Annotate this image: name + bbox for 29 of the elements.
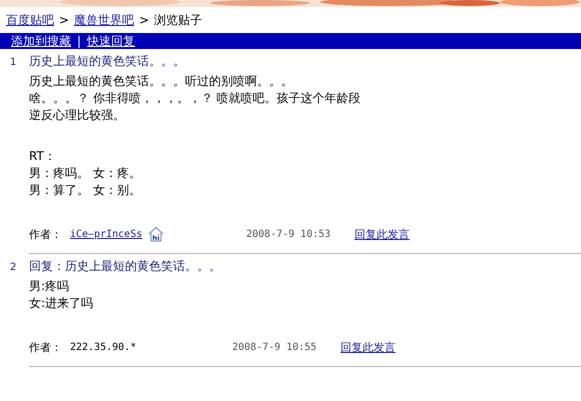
author-label: 作者： bbox=[29, 340, 63, 354]
post-number: 1 bbox=[9, 57, 18, 68]
breadcrumb-link[interactable]: 魔兽世界吧 bbox=[74, 12, 134, 28]
post-text: 男:疼吗 bbox=[29, 278, 70, 295]
post-time: 2008-7-9 10:53 bbox=[246, 228, 331, 240]
author-link[interactable]: iCe—prInceSs bbox=[70, 228, 142, 240]
post-number: 2 bbox=[9, 262, 18, 273]
post-text: 逆反心理比较强。 bbox=[29, 107, 126, 124]
home-icon[interactable] bbox=[148, 226, 164, 242]
reply-link[interactable]: 回复此发言 bbox=[340, 340, 396, 354]
post-text: 啥。。。？ 你非得喷，，，。，？ 喷就喷吧。孩子这个年龄段 bbox=[29, 90, 362, 107]
toolbar-link[interactable]: 快速回复 bbox=[87, 32, 136, 50]
post-text: 男：疼吗。 女：疼。 bbox=[29, 165, 142, 182]
breadcrumb-separator: > bbox=[139, 13, 150, 27]
post-title: 历史上最短的黄色笑话。。。 bbox=[29, 53, 185, 70]
post-title: 回复：历史上最短的黄色笑话。。。 bbox=[29, 258, 221, 275]
breadcrumb-link[interactable]: 百度贴吧 bbox=[6, 12, 54, 28]
post-time: 2008-7-9 10:55 bbox=[232, 342, 317, 352]
post-text: 女:进来了吗 bbox=[29, 295, 94, 312]
toolbar-link[interactable]: 添加到搜藏 bbox=[11, 32, 71, 50]
author-label: 作者： bbox=[29, 226, 63, 242]
reply-link[interactable]: 回复此发言 bbox=[354, 226, 410, 242]
post-text: 男：算了。 女：别。 bbox=[29, 182, 142, 199]
post-text: RT： bbox=[29, 148, 57, 165]
post-text: 历史上最短的黄色笑话。。。听过的别喷啊。。。 bbox=[29, 73, 294, 90]
toolbar-separator: | bbox=[77, 34, 82, 48]
breadcrumb-current: 浏览贴子 bbox=[154, 12, 202, 28]
breadcrumb-separator: > bbox=[59, 13, 70, 27]
author-ip: 222.35.90.* bbox=[70, 342, 136, 352]
